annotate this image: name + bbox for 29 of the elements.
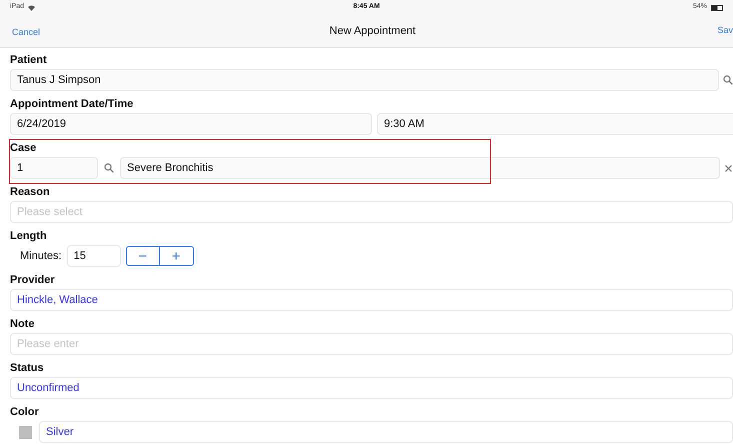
- field-label: Color: [10, 406, 40, 418]
- minutes-field[interactable]: 15: [66, 245, 121, 267]
- search-icon[interactable]: [104, 163, 114, 173]
- field-label: Patient: [10, 54, 48, 66]
- save-button[interactable]: Sav: [717, 24, 733, 38]
- field-label: Length: [10, 230, 48, 242]
- field-label: Reason: [10, 186, 51, 198]
- battery-icon: [711, 4, 723, 10]
- field-label: Status: [10, 362, 45, 374]
- clear-icon[interactable]: [725, 164, 732, 172]
- time-field[interactable]: 9:30 AM: [377, 113, 733, 135]
- case-number-field[interactable]: 1: [10, 157, 98, 179]
- field-label: Note: [10, 318, 36, 330]
- search-icon[interactable]: [723, 75, 733, 85]
- case-name-field[interactable]: Severe Bronchitis: [120, 157, 720, 179]
- patient-field[interactable]: Tanus J Simpson: [10, 69, 719, 91]
- wifi-icon: [28, 4, 36, 10]
- picker-field[interactable]: Unconfirmed: [10, 377, 733, 399]
- picker-field[interactable]: Hinckle, Wallace: [10, 289, 733, 311]
- date-field[interactable]: 6/24/2019: [10, 113, 372, 135]
- cancel-button[interactable]: Cancel: [12, 26, 40, 40]
- decrement-button[interactable]: −: [126, 247, 160, 265]
- minutes-label: Minutes:: [20, 248, 62, 264]
- screen-title: New Appointment: [329, 24, 416, 39]
- field-label: Case: [10, 142, 38, 154]
- color-picker-field[interactable]: Silver: [39, 421, 733, 443]
- field-label: Appointment Date/Time: [10, 98, 134, 110]
- field-label: Provider: [10, 274, 56, 286]
- increment-button[interactable]: +: [160, 247, 193, 265]
